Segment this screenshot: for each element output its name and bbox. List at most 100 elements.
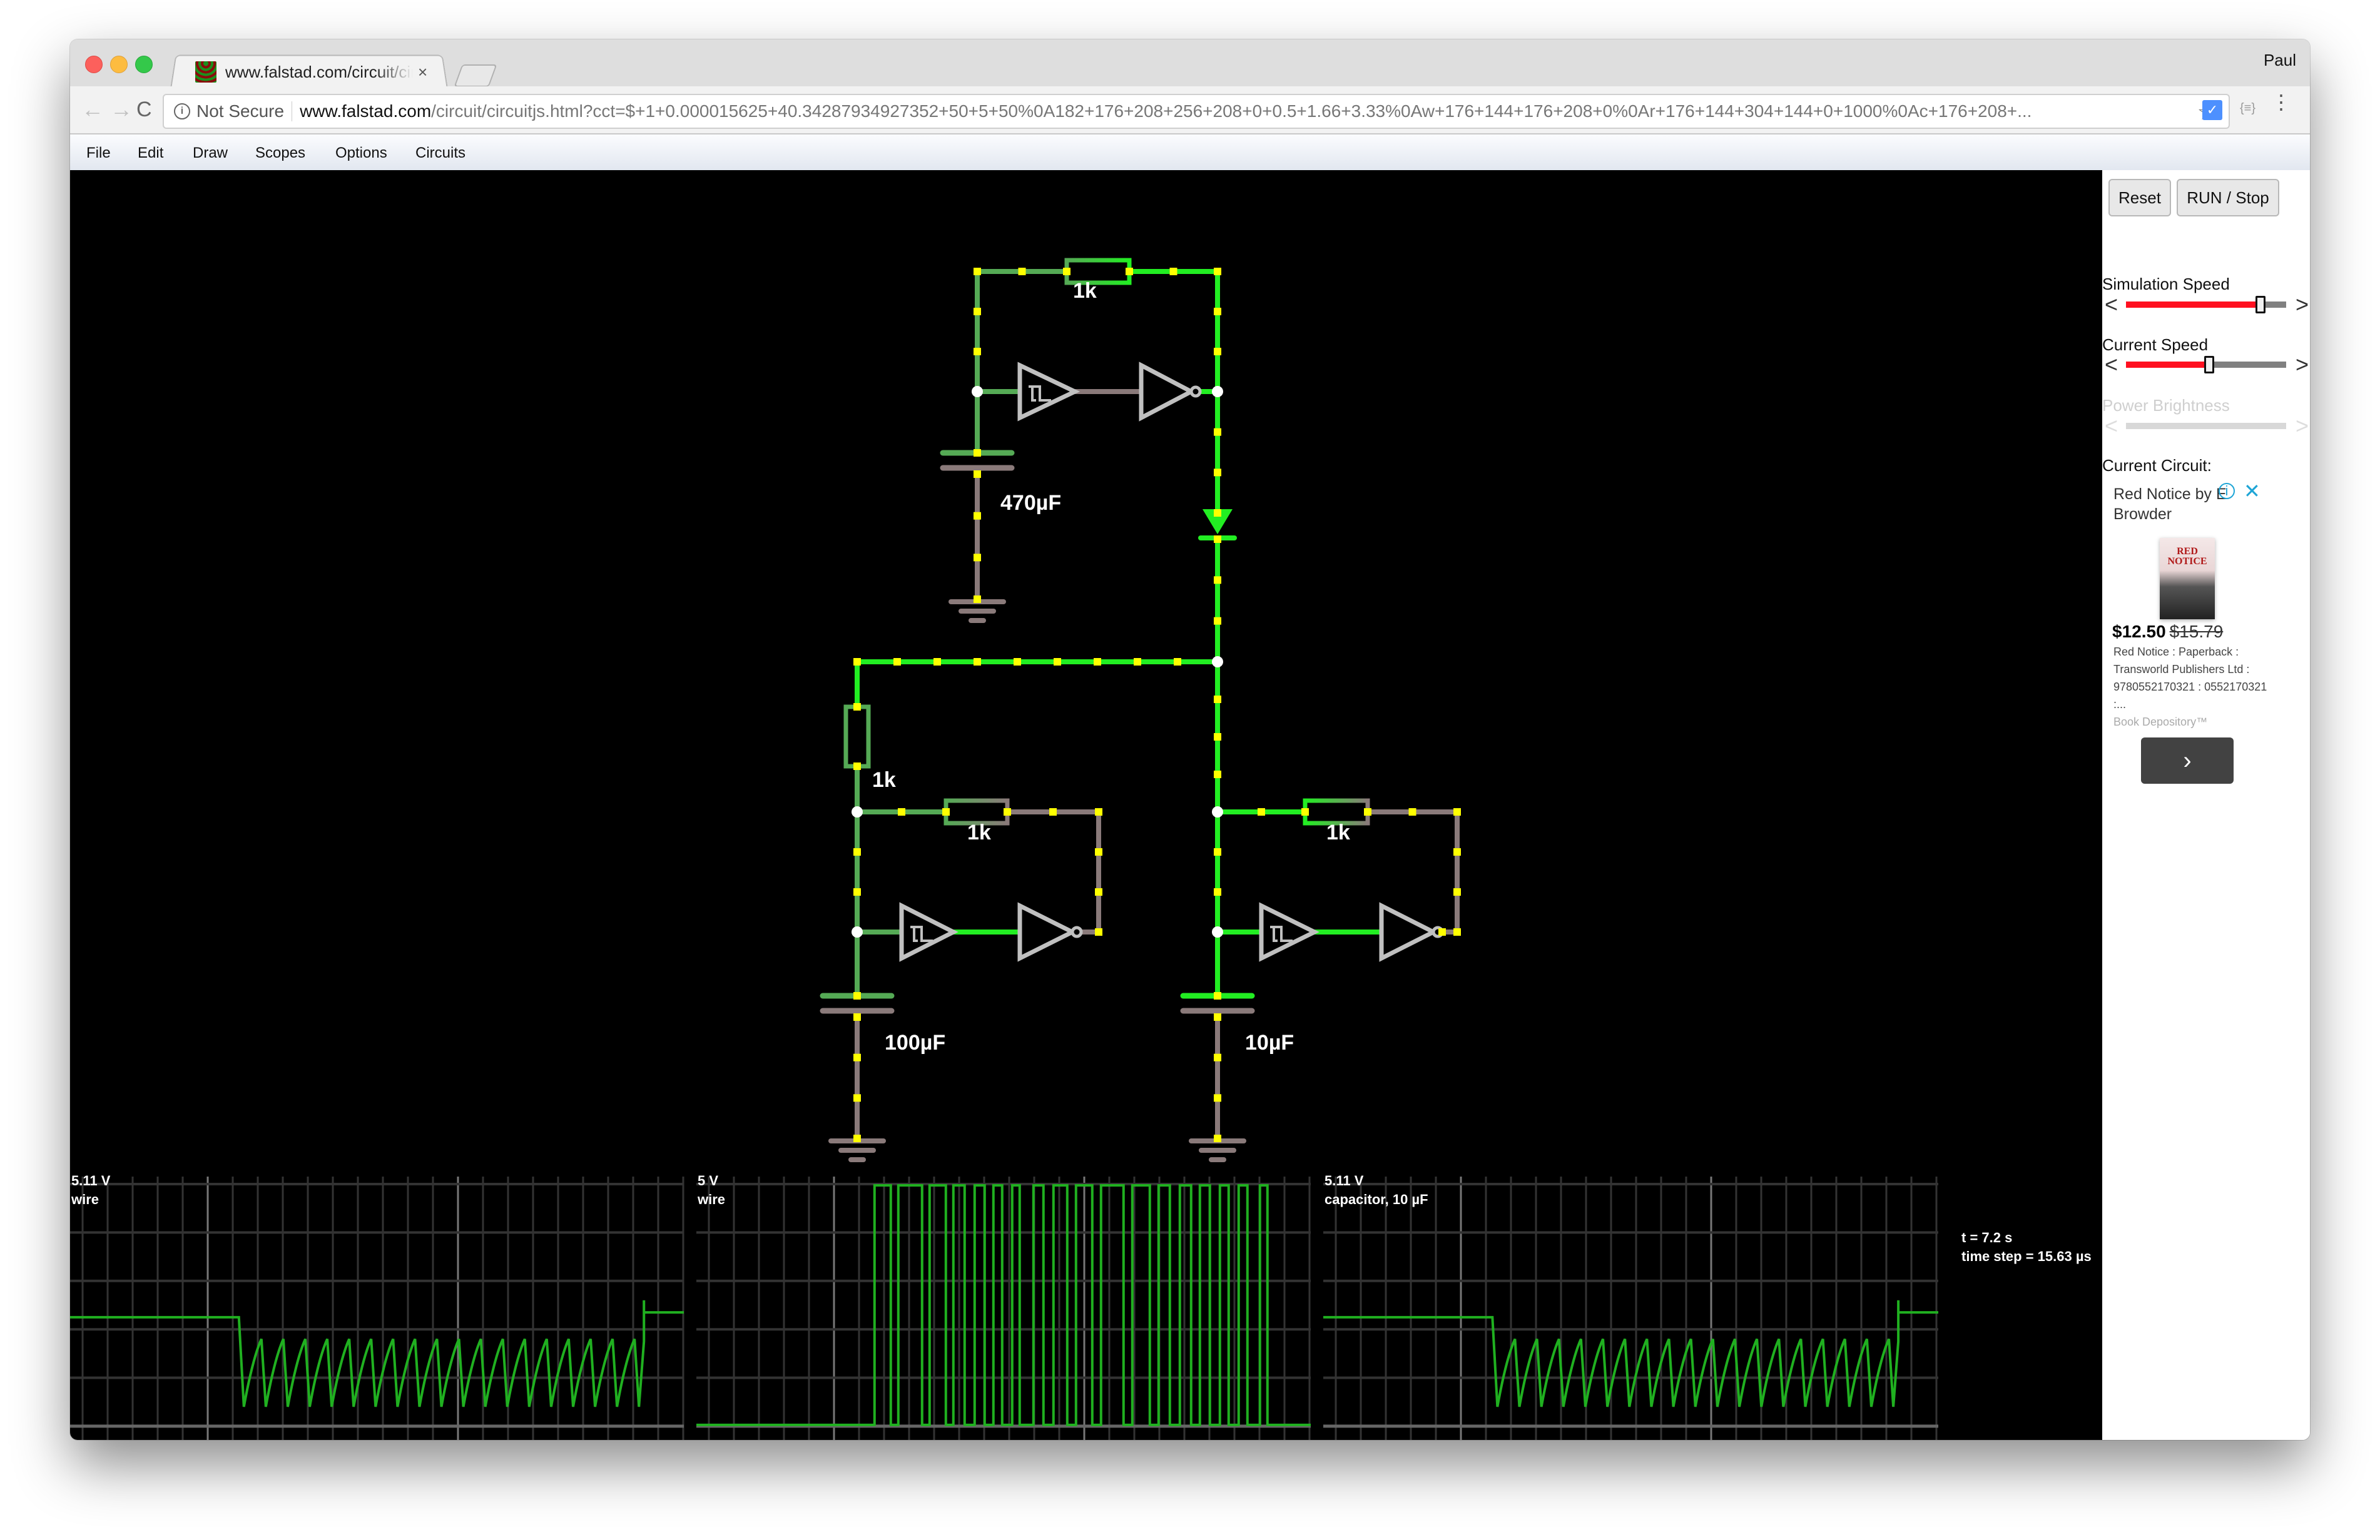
minimize-window-button[interactable]	[110, 56, 128, 73]
sim-time: t = 7.2 s	[1961, 1230, 2013, 1245]
current-dot	[1214, 1094, 1221, 1102]
slider-track[interactable]	[2126, 356, 2286, 373]
forward-arrow-icon[interactable]: →	[110, 95, 133, 124]
current-dot	[974, 308, 981, 315]
close-window-button[interactable]	[85, 56, 103, 73]
ad-title[interactable]: Red Notice by E Browder	[2113, 484, 2257, 524]
url-host: www.falstad.com	[300, 101, 432, 121]
reset-button[interactable]: Reset	[2108, 179, 2171, 216]
slider-fill	[2126, 301, 2261, 308]
current-dot	[974, 512, 981, 520]
current-dot	[898, 808, 905, 816]
current-dot	[1453, 848, 1461, 856]
url-text[interactable]: www.falstad.com/circuit/circuitjs.html?c…	[300, 101, 2177, 121]
current-dot	[853, 1135, 861, 1142]
junction-node	[1212, 806, 1223, 818]
current-dot	[1258, 808, 1265, 816]
current-dot	[853, 1053, 861, 1061]
current-dot	[1453, 928, 1461, 936]
browser-menu-kebab-icon[interactable]: ⋮	[2271, 92, 2291, 112]
current-dot	[1004, 808, 1011, 816]
ad-info-icon[interactable]: i	[2219, 483, 2235, 499]
slider-thumb[interactable]	[2255, 296, 2266, 313]
current-dot	[974, 268, 981, 275]
ad-close-icon[interactable]: ✕	[2244, 479, 2260, 503]
url-path: /circuit/circuitjs.html?cct=$+1+0.000015…	[431, 101, 2032, 121]
simulation-speed-slider[interactable]: < >	[2102, 293, 2309, 318]
scope-max-label: 5.11 V	[1325, 1173, 1364, 1188]
power-brightness-label: Power Brightness	[2102, 396, 2230, 415]
browser-window: www.falstad.com/circuit/circuitjs.html ×…	[70, 39, 2310, 1440]
security-label[interactable]: Not Secure	[196, 101, 284, 121]
maximize-window-button[interactable]	[135, 56, 153, 73]
chevron-right-icon[interactable]: >	[2296, 293, 2309, 317]
browser-tab-content[interactable]: www.falstad.com/circuit/circuitjs.html ×	[181, 57, 432, 87]
label-c-top: 470µF	[1000, 491, 1061, 515]
circuit-canvas[interactable]: 1k 470µF 1k 1k 100µF 1k 10µF 5.11 Vwire 5…	[70, 170, 2102, 1440]
chevron-right-icon: >	[2295, 413, 2309, 438]
address-bar[interactable]: i Not Secure www.falstad.com/circuit/cir…	[163, 94, 2230, 129]
slider-thumb[interactable]	[2204, 356, 2215, 373]
schmitt-trigger-gate	[899, 902, 959, 962]
chevron-left-icon[interactable]: <	[2105, 293, 2118, 317]
current-dot	[1095, 808, 1102, 816]
current-dot	[974, 449, 981, 457]
info-icon[interactable]: i	[174, 103, 190, 119]
current-dot	[853, 848, 861, 856]
inverter-bubble	[1189, 385, 1202, 398]
ad-next-button[interactable]: ›	[2141, 737, 2234, 784]
falstad-favicon-icon	[195, 61, 216, 83]
control-panel: Reset RUN / Stop Simulation Speed < > Cu…	[2102, 170, 2310, 1440]
label-r-top: 1k	[1073, 279, 1097, 303]
current-dot	[1214, 617, 1221, 625]
current-dot	[974, 554, 981, 562]
chevron-left-icon[interactable]: <	[2105, 353, 2118, 377]
current-dot	[1214, 268, 1221, 275]
menu-file[interactable]: File	[86, 144, 111, 162]
power-brightness-slider: < >	[2102, 414, 2309, 439]
slider-track[interactable]	[2126, 296, 2286, 313]
reload-icon[interactable]: C	[136, 95, 152, 124]
current-dot	[974, 470, 981, 478]
extension-json-icon[interactable]: {≡}	[2240, 101, 2255, 116]
profile-name[interactable]: Paul	[2264, 51, 2296, 70]
inverter-gate	[1139, 362, 1196, 422]
junction-node	[1212, 926, 1223, 938]
current-dot	[1094, 658, 1101, 666]
sim-time-step: time step = 15.63 µs	[1961, 1249, 2092, 1264]
current-speed-slider[interactable]: < >	[2102, 353, 2309, 378]
current-dot	[1169, 268, 1177, 275]
current-dot	[1214, 1135, 1221, 1142]
current-dot	[853, 992, 861, 1000]
new-tab-button[interactable]	[454, 64, 497, 87]
scope-max-label: 5.11 V	[71, 1173, 111, 1188]
menu-edit[interactable]: Edit	[138, 144, 163, 162]
book-cover-image[interactable]: RED NOTICE	[2160, 538, 2215, 619]
run-stop-button[interactable]: RUN / Stop	[2177, 179, 2279, 216]
current-dot	[853, 658, 861, 666]
menu-options[interactable]: Options	[335, 144, 387, 162]
menu-draw[interactable]: Draw	[193, 144, 228, 162]
label-c-right: 10µF	[1245, 1031, 1294, 1055]
inverter-gate	[1017, 902, 1077, 962]
current-dot	[974, 348, 981, 355]
menu-circuits[interactable]: Circuits	[415, 144, 465, 162]
label-r-left-feedback: 1k	[967, 821, 991, 844]
scope-waveform	[1323, 1300, 1938, 1407]
title-bar: www.falstad.com/circuit/circuitjs.html ×…	[70, 39, 2310, 89]
tab-close-icon[interactable]: ×	[418, 63, 427, 82]
current-speed-label: Current Speed	[2102, 335, 2209, 354]
current-circuit-label: Current Circuit:	[2102, 456, 2212, 475]
label-c-left: 100µF	[885, 1031, 945, 1055]
chevron-right-icon[interactable]: >	[2296, 353, 2309, 377]
menu-scopes[interactable]: Scopes	[255, 144, 305, 162]
circuit-drawing[interactable]: 1k 470µF 1k 1k 100µF 1k 10µF 5.11 Vwire5…	[70, 170, 2102, 1440]
scope-panel: 5.11 V capacitor, 10 µF	[1323, 1173, 1938, 1440]
current-dot	[853, 1013, 861, 1021]
resistor	[843, 704, 871, 769]
back-arrow-icon[interactable]: ←	[81, 95, 104, 124]
current-dot	[1408, 808, 1416, 816]
extension-check-icon[interactable]: ✓	[2202, 100, 2222, 120]
junction-node	[852, 806, 863, 818]
current-dot	[1214, 1053, 1221, 1061]
